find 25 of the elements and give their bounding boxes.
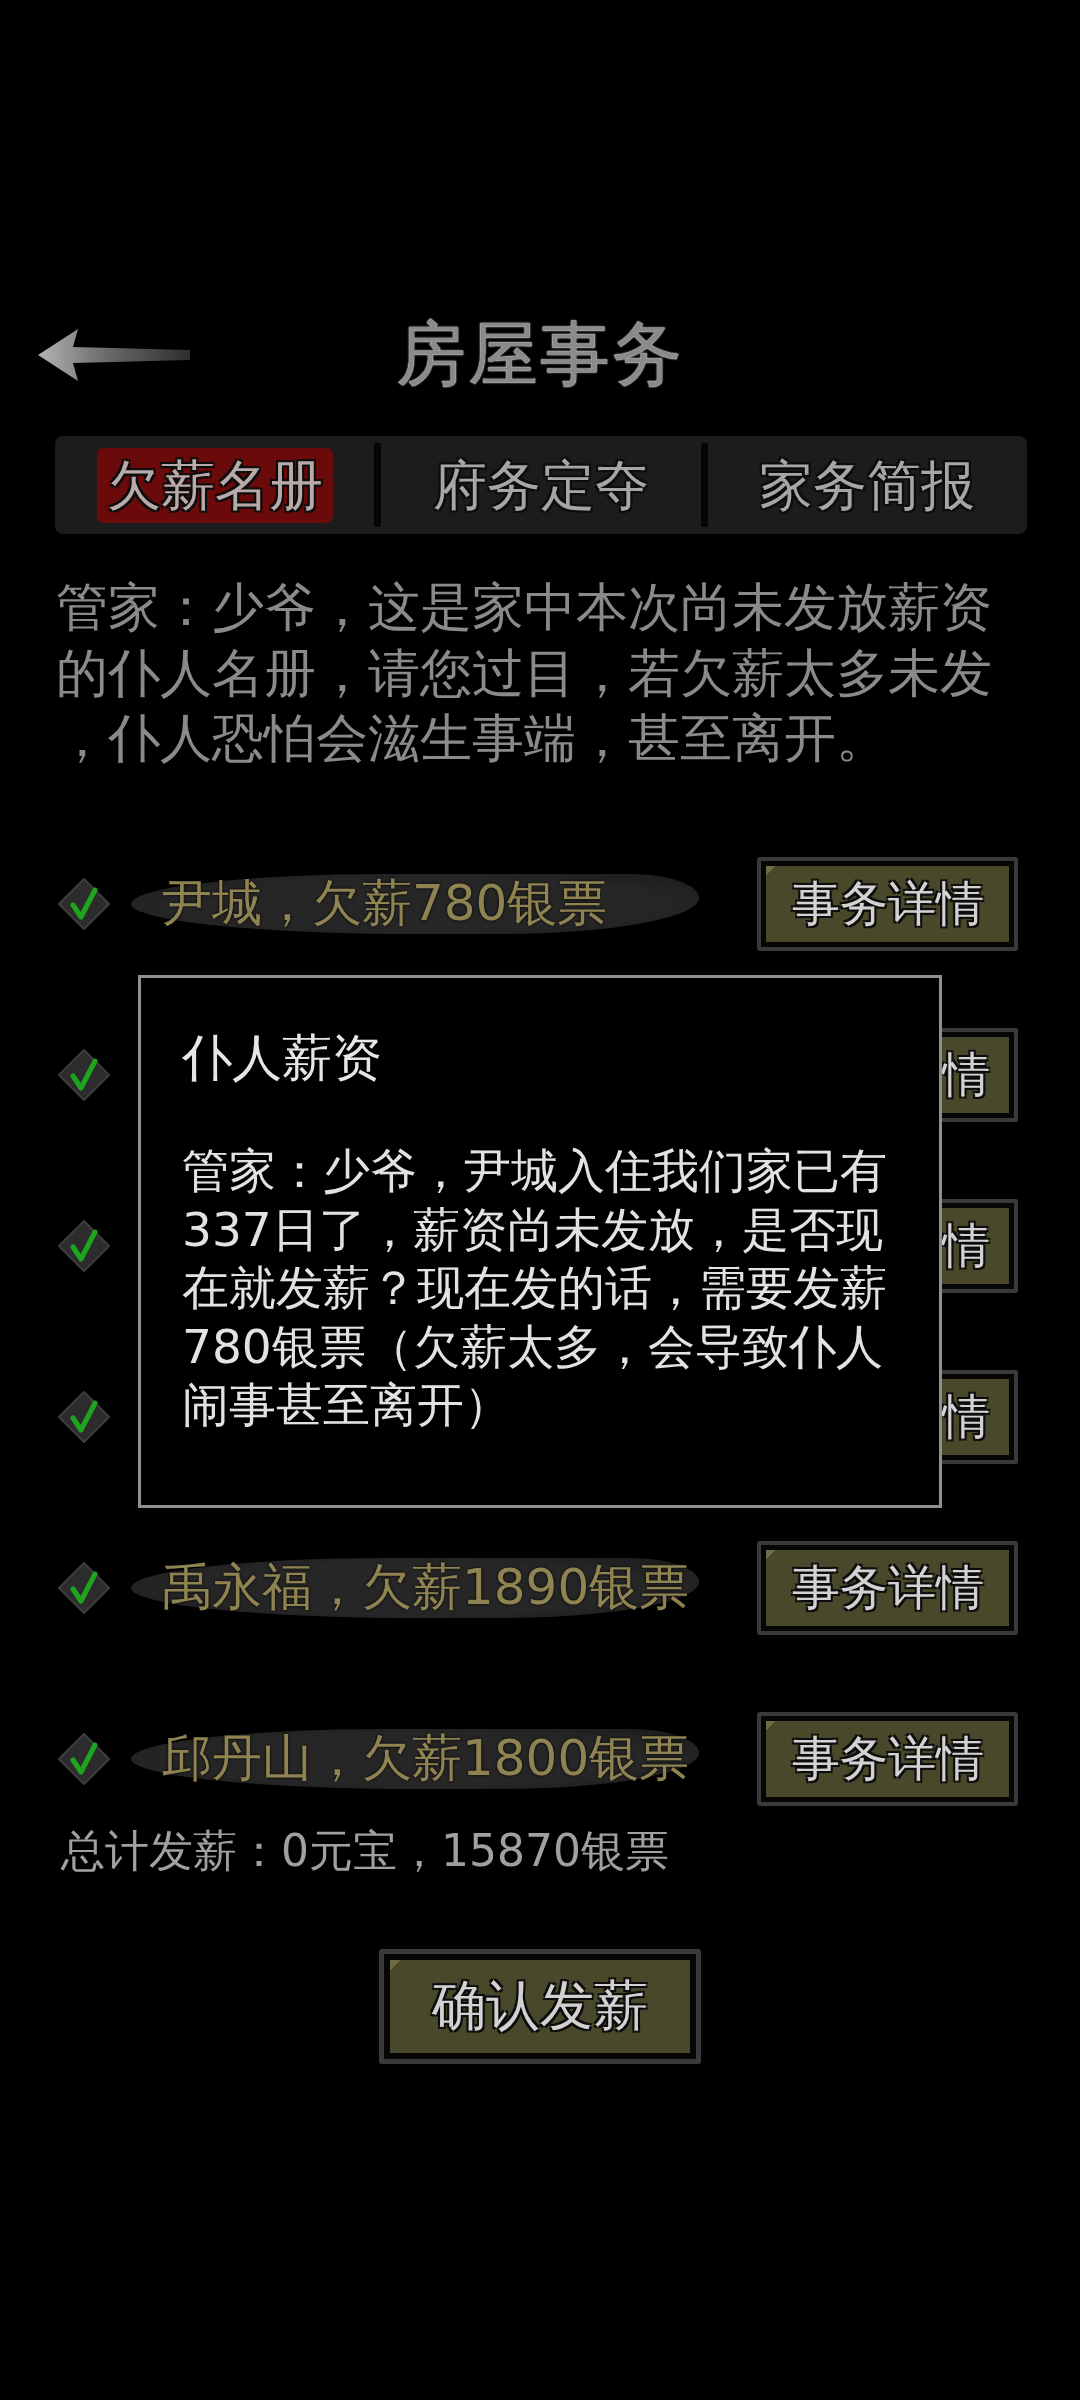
total-text: 总计发薪：0元宝，15870银票	[61, 1823, 669, 1878]
checkbox-icon[interactable]	[58, 1048, 110, 1101]
name-label: 禹永福，欠薪1890银票	[131, 1557, 699, 1618]
checkbox-icon[interactable]	[58, 1732, 110, 1785]
dialog-message: 管家：少爷，尹城入住我们家已有337日了，薪资尚未发放，是否现在就发薪？现在发的话，需要发薪780银票（欠薪太多，会导致仆人闹事甚至离开）	[182, 1142, 888, 1434]
back-arrow-icon[interactable]	[38, 328, 190, 382]
dialog-title: 仆人薪资	[182, 1028, 382, 1088]
details-button[interactable]: 事务详情	[757, 1711, 1018, 1806]
name-label: 尹城，欠薪780银票	[131, 873, 699, 934]
details-button[interactable]: 情	[942, 1027, 1018, 1122]
intro-text: 管家：少爷，这是家中本次尚未发放薪资的仆人名册，请您过目，若欠薪太多未发，仆人恐怕会滋生事端，甚至离开。	[56, 576, 993, 770]
checkbox-icon[interactable]	[58, 877, 110, 930]
confirm-button[interactable]: 确认发薪	[379, 1948, 701, 2064]
details-button[interactable]: 事务详情	[757, 856, 1018, 951]
details-button[interactable]: 情	[942, 1198, 1018, 1293]
tab[interactable]: 欠薪名册	[96, 447, 333, 523]
page-title: 房屋事务	[396, 315, 684, 395]
checkbox-icon[interactable]	[58, 1390, 110, 1443]
checkbox-icon[interactable]	[58, 1561, 110, 1614]
tab[interactable]: 家务简报	[749, 447, 986, 523]
details-button[interactable]: 事务详情	[757, 1540, 1018, 1635]
tab[interactable]: 府务定夺	[423, 447, 659, 523]
checkbox-icon[interactable]	[58, 1219, 110, 1272]
name-label: 邱丹山，欠薪1800银票	[131, 1728, 699, 1789]
details-button[interactable]: 情	[942, 1369, 1018, 1464]
